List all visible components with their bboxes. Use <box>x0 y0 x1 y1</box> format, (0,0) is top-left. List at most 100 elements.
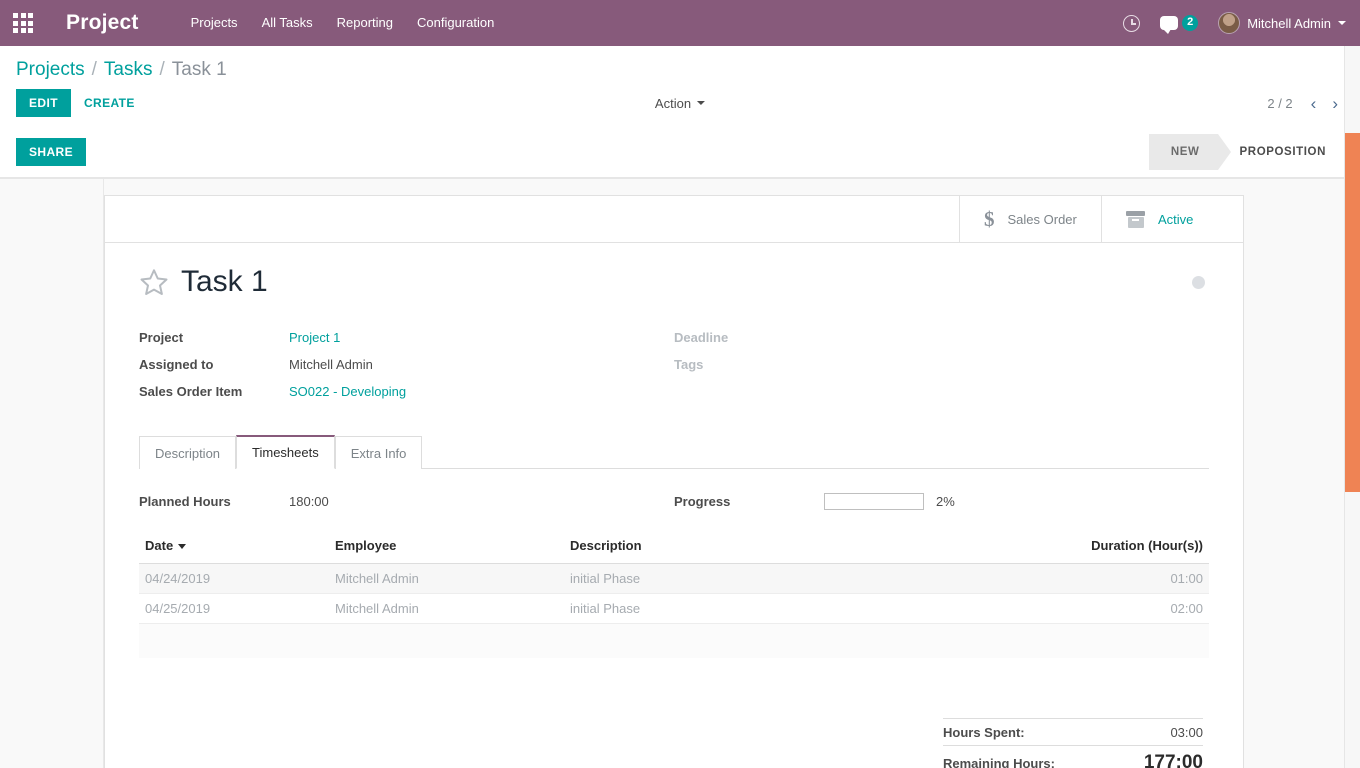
planned-hours-value[interactable]: 180:00 <box>289 494 329 509</box>
chat-bubble-icon <box>1160 16 1179 34</box>
notebook-tabs: Description Timesheets Extra Info <box>139 435 1209 469</box>
column-header-description[interactable]: Description <box>564 532 1009 564</box>
breadcrumb: Projects / Tasks / Task 1 <box>0 46 1360 81</box>
control-panel-buttons: EDIT CREATE Action 2 / 2 ‹ › <box>0 81 1360 127</box>
table-header-row: Date Employee Description Duration (Hour… <box>139 532 1209 564</box>
field-project: Project Project 1 <box>139 328 674 347</box>
field-tags: Tags <box>674 355 1209 374</box>
sheet-container: $ Sales Order Active Task 1 Project Proj… <box>0 179 1360 768</box>
page-scrollbar-thumb[interactable] <box>1345 133 1360 492</box>
progress-field: Progress 2% <box>674 493 1209 510</box>
apps-menu-button[interactable] <box>0 0 46 46</box>
create-button[interactable]: CREATE <box>71 89 148 117</box>
status-step-new[interactable]: NEW <box>1148 134 1231 170</box>
app-brand-title[interactable]: Project <box>66 11 139 35</box>
clock-icon <box>1122 14 1140 32</box>
total-remaining-hours-value: 177:00 <box>1143 751 1203 768</box>
caret-down-icon <box>178 544 187 550</box>
hours-summary-row: Planned Hours 180:00 Progress 2% <box>139 493 1209 510</box>
main-menu: Projects All Tasks Reporting Configurati… <box>179 0 507 46</box>
table-filler-row <box>139 623 1209 658</box>
activities-button[interactable] <box>1114 0 1148 46</box>
table-row[interactable]: 04/25/2019 Mitchell Admin initial Phase … <box>139 593 1209 624</box>
pager-count: 2 / 2 <box>1267 95 1293 111</box>
form-view-content: $ Sales Order Active Task 1 Project Proj… <box>0 179 1360 768</box>
total-remaining-hours: Remaining Hours: 177:00 <box>943 744 1203 768</box>
timesheet-table-head: Date Employee Description Duration (Hour… <box>139 532 1209 564</box>
avatar <box>1218 12 1241 34</box>
cell-date: 04/24/2019 <box>139 563 329 594</box>
field-sales-order-item-label: Sales Order Item <box>139 384 243 399</box>
chevron-right-icon[interactable]: › <box>1326 95 1344 112</box>
tab-description[interactable]: Description <box>139 436 237 469</box>
fields-column-left: Project Project 1 Assigned to Mitchell A… <box>139 328 674 409</box>
column-header-employee[interactable]: Employee <box>329 532 564 564</box>
kanban-state-dot[interactable] <box>1192 276 1205 289</box>
total-hours-spent: Hours Spent: 03:00 <box>943 717 1203 745</box>
page-title: Task 1 <box>181 265 268 298</box>
fields-column-right: Deadline Tags <box>674 328 1209 409</box>
column-header-date[interactable]: Date <box>139 532 329 564</box>
fields-group: Project Project 1 Assigned to Mitchell A… <box>139 328 1209 409</box>
share-button[interactable]: SHARE <box>16 138 87 166</box>
edit-button[interactable]: EDIT <box>16 89 71 117</box>
caret-down-icon <box>1338 21 1346 25</box>
star-outline-icon[interactable] <box>139 267 169 297</box>
timesheet-totals: Hours Spent: 03:00 Remaining Hours: 177:… <box>139 717 1209 768</box>
control-panel: Projects / Tasks / Task 1 EDIT CREATE Ac… <box>0 46 1360 179</box>
breadcrumb-item-tasks[interactable]: Tasks <box>104 59 153 81</box>
progress-label: Progress <box>674 494 731 509</box>
tab-timesheets[interactable]: Timesheets <box>236 435 335 469</box>
stat-button-active-label: Active <box>1158 211 1194 227</box>
user-name-label: Mitchell Admin <box>1247 15 1331 31</box>
tab-extra-info[interactable]: Extra Info <box>334 436 423 469</box>
stat-button-sales-order[interactable]: $ Sales Order <box>959 196 1101 242</box>
field-assigned-to-value[interactable]: Mitchell Admin <box>289 355 373 374</box>
menu-item-configuration[interactable]: Configuration <box>405 0 506 46</box>
menu-item-all-tasks[interactable]: All Tasks <box>250 0 325 46</box>
archive-box-icon <box>1126 210 1145 228</box>
breadcrumb-separator: / <box>91 59 97 80</box>
record-sheet: $ Sales Order Active Task 1 Project Proj… <box>104 195 1244 768</box>
chevron-left-icon[interactable]: ‹ <box>1305 95 1323 112</box>
stat-button-active[interactable]: Active <box>1101 196 1243 242</box>
field-project-value[interactable]: Project 1 <box>289 328 340 347</box>
field-assigned-to: Assigned to Mitchell Admin <box>139 355 674 374</box>
breadcrumb-current-task: Task 1 <box>171 59 227 80</box>
field-deadline-label: Deadline <box>674 330 729 345</box>
breadcrumb-item-projects[interactable]: Projects <box>16 59 85 81</box>
stat-button-box: $ Sales Order Active <box>105 196 1243 243</box>
user-menu[interactable]: Mitchell Admin <box>1210 12 1346 34</box>
menu-item-reporting[interactable]: Reporting <box>325 0 405 46</box>
timesheet-table-body: 04/24/2019 Mitchell Admin initial Phase … <box>139 563 1209 658</box>
record-pager: 2 / 2 ‹ › <box>1267 95 1344 112</box>
action-dropdown[interactable]: Action <box>654 95 706 111</box>
stat-button-sales-order-label: Sales Order <box>1007 211 1077 227</box>
status-step-proposition[interactable]: PROPOSITION <box>1218 134 1344 170</box>
page-scrollbar-track[interactable] <box>1344 46 1360 768</box>
messages-button[interactable]: 2 <box>1152 0 1206 46</box>
field-sales-order-item-value[interactable]: SO022 - Developing <box>289 382 406 401</box>
table-row[interactable]: 04/24/2019 Mitchell Admin initial Phase … <box>139 563 1209 594</box>
total-hours-spent-label: Hours Spent: <box>943 724 1025 740</box>
field-assigned-to-label: Assigned to <box>139 357 214 372</box>
column-header-duration[interactable]: Duration (Hour(s)) <box>1009 532 1209 564</box>
record-title-row: Task 1 <box>139 265 1209 298</box>
menu-item-projects[interactable]: Projects <box>179 0 250 46</box>
status-bar: NEW PROPOSITION <box>1148 134 1344 170</box>
field-deadline: Deadline <box>674 328 1209 347</box>
planned-hours-field: Planned Hours 180:00 <box>139 493 674 510</box>
cell-description: initial Phase <box>564 563 1009 594</box>
tab-panel-timesheets: Planned Hours 180:00 Progress 2% Date Em… <box>139 469 1209 768</box>
timesheet-table: Date Employee Description Duration (Hour… <box>139 532 1209 658</box>
cell-duration: 01:00 <box>1009 563 1209 594</box>
cell-employee: Mitchell Admin <box>329 593 564 624</box>
breadcrumb-separator: / <box>159 59 165 80</box>
total-remaining-hours-label: Remaining Hours: <box>943 755 1055 768</box>
progress-bar[interactable] <box>824 493 924 510</box>
field-project-label: Project <box>139 330 184 345</box>
cell-date: 04/25/2019 <box>139 593 329 624</box>
action-dropdown-label: Action <box>654 95 692 111</box>
progress-percent-label: 2% <box>936 494 955 509</box>
planned-hours-label: Planned Hours <box>139 494 231 509</box>
